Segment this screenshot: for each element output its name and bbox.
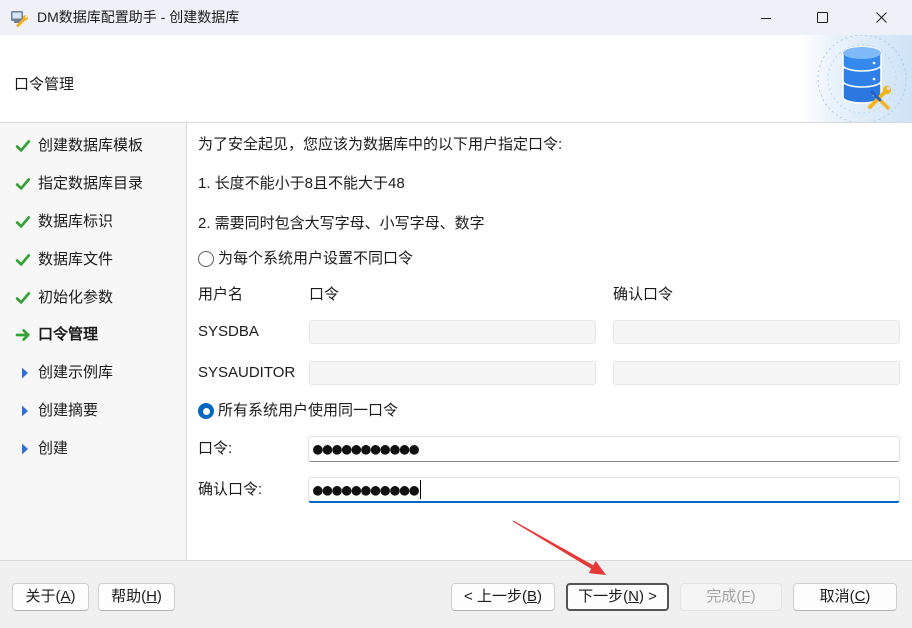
step-label: 数据库标识 — [38, 213, 114, 230]
check-icon — [15, 138, 31, 154]
help-button[interactable]: 帮助(H) — [98, 583, 175, 611]
database-config-app-icon — [11, 11, 28, 27]
step-init-params: 初始化参数 — [0, 283, 186, 313]
sidebar-divider — [186, 123, 187, 560]
step-label: 创建示例库 — [38, 364, 114, 381]
check-icon — [15, 214, 31, 230]
username-column-header: 用户名 — [198, 286, 244, 303]
per-user-password-label[interactable]: 为每个系统用户设置不同口令 — [218, 249, 413, 269]
step-db-directory: 指定数据库目录 — [0, 169, 186, 199]
intro-text: 为了安全起见，您应该为数据库中的以下用户指定口令: — [198, 136, 563, 153]
step-label: 初始化参数 — [38, 289, 114, 306]
maximize-icon — [817, 12, 828, 23]
check-icon — [15, 252, 31, 268]
per-user-password-radio[interactable] — [198, 251, 214, 267]
sysauditor-username: SYSAUDITOR — [198, 364, 296, 381]
shared-password-radio[interactable] — [198, 403, 214, 419]
step-db-files: 数据库文件 — [0, 245, 186, 275]
page-title: 口令管理 — [14, 76, 75, 93]
step-label: 创建 — [38, 440, 69, 457]
step-create-template: 创建数据库模板 — [0, 131, 186, 161]
cancel-button[interactable]: 取消(C) — [793, 583, 897, 611]
check-icon — [15, 290, 31, 306]
minimize-button[interactable] — [737, 0, 794, 35]
sysdba-confirm-field[interactable] — [613, 320, 900, 344]
page-header: 口令管理 — [0, 35, 912, 122]
next-button[interactable]: 下一步(N) > — [566, 583, 669, 611]
step-label: 指定数据库目录 — [38, 175, 144, 192]
arrow-right-icon — [15, 327, 31, 343]
step-label: 创建数据库模板 — [38, 137, 144, 154]
triangle-right-icon — [15, 403, 31, 419]
sysauditor-password-field[interactable] — [309, 361, 596, 385]
password-value: ●●●●●●●●●●● — [313, 439, 419, 458]
step-label: 数据库文件 — [38, 251, 114, 268]
password-input[interactable]: ●●●●●●●●●●● — [308, 436, 900, 462]
step-password-management: 口令管理 — [0, 320, 186, 350]
check-icon — [15, 176, 31, 192]
step-db-identifier: 数据库标识 — [0, 207, 186, 237]
confirm-password-value: ●●●●●●●●●●● — [313, 479, 419, 499]
window-title: DM数据库配置助手 - 创建数据库 — [37, 9, 240, 25]
step-label: 口令管理 — [38, 326, 99, 343]
password-column-header: 口令 — [309, 286, 340, 303]
about-button[interactable]: 关于(A) — [12, 583, 89, 611]
database-maintenance-icon — [800, 35, 912, 122]
step-create: 创建 — [0, 434, 186, 464]
triangle-right-icon — [15, 441, 31, 457]
maximize-button[interactable] — [794, 0, 851, 35]
shared-password-label[interactable]: 所有系统用户使用同一口令 — [218, 401, 398, 421]
step-sample-db: 创建示例库 — [0, 358, 186, 388]
back-button[interactable]: < 上一步(B) — [451, 583, 555, 611]
text-caret — [419, 480, 421, 499]
step-label: 创建摘要 — [38, 402, 99, 419]
confirm-password-label: 确认口令: — [198, 481, 263, 498]
step-summary: 创建摘要 — [0, 396, 186, 426]
sysdba-password-field[interactable] — [309, 320, 596, 344]
confirm-column-header: 确认口令 — [613, 286, 674, 303]
close-button[interactable] — [851, 0, 912, 35]
password-label: 口令: — [198, 440, 233, 457]
rule-length: 1. 长度不能小于8且不能大于48 — [198, 175, 405, 192]
close-icon — [876, 12, 887, 23]
title-bar[interactable]: DM数据库配置助手 - 创建数据库 — [0, 0, 912, 35]
minimize-icon — [760, 17, 771, 19]
rule-complexity: 2. 需要同时包含大写字母、小写字母、数字 — [198, 215, 485, 232]
sysauditor-confirm-field[interactable] — [613, 361, 900, 385]
finish-button[interactable]: 完成(F) — [680, 583, 782, 611]
sysdba-username: SYSDBA — [198, 323, 259, 340]
triangle-right-icon — [15, 365, 31, 381]
confirm-password-input[interactable]: ●●●●●●●●●●● — [308, 477, 900, 503]
